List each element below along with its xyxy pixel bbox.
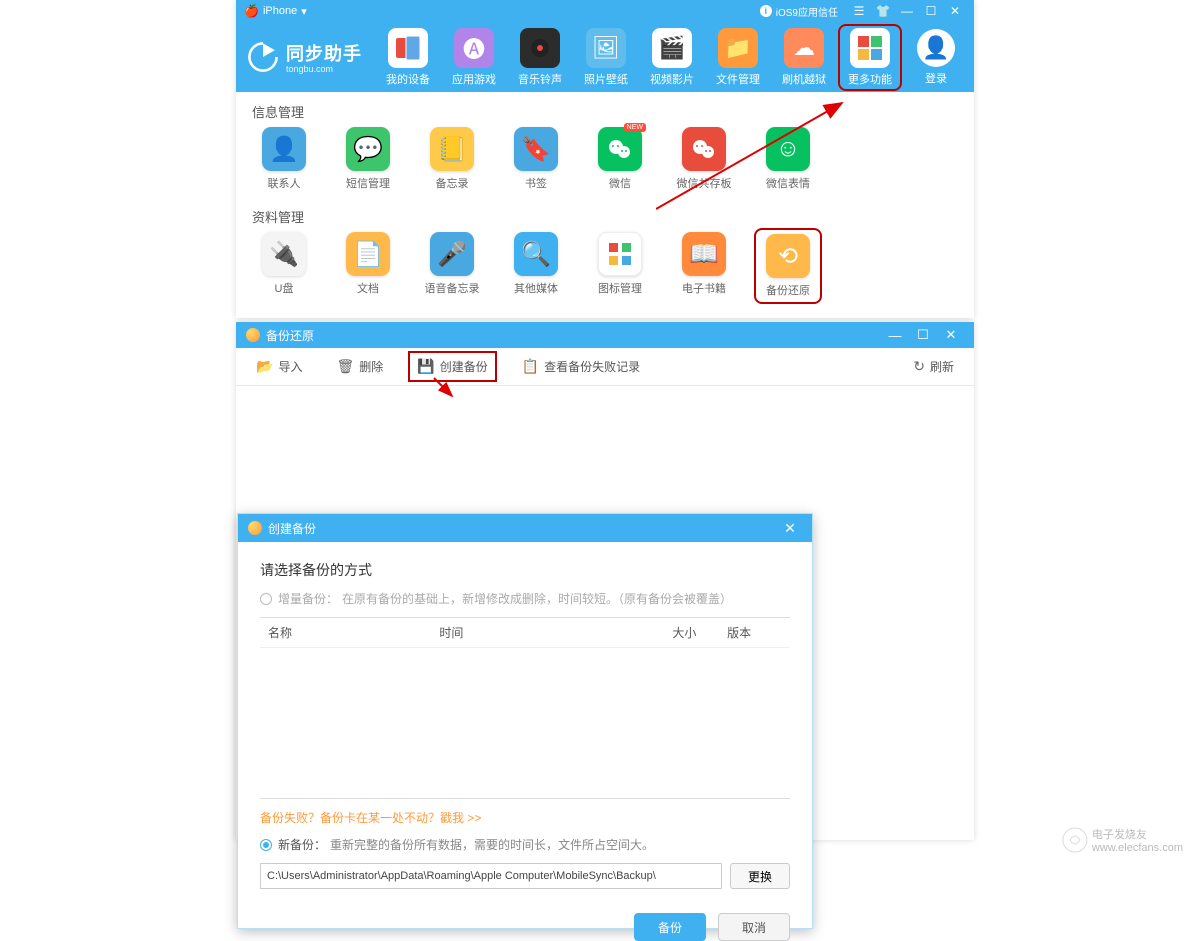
info-row: 👤联系人 💬短信管理 📒备忘录 🔖书签 NEW微信 微信共存板 ☺微信表情 [236, 127, 974, 197]
app-notes[interactable]: 📒备忘录 [422, 127, 482, 191]
option-incremental[interactable]: 增量备份： 在原有备份的基础上，新增修改成删除，时间较短。（原有备份会被覆盖） [260, 590, 790, 607]
skin-icon[interactable]: 👕 [872, 2, 894, 20]
backup-button[interactable]: 备份 [634, 913, 706, 941]
app-bookmarks[interactable]: 🔖书签 [506, 127, 566, 191]
section-data-title: 资料管理 [236, 197, 974, 232]
backup-titlebar: 备份还原 — ☐ ✕ [236, 322, 974, 348]
menu-icon[interactable]: ☰ [848, 2, 870, 20]
data-row: 🔌U盘 📄文档 🎤语音备忘录 🔍其他媒体 图标管理 📖电子书籍 ⟲备份还原 [236, 232, 974, 306]
dropdown-icon[interactable]: ▾ [301, 5, 307, 18]
main-window: 🍎 iPhone ▾ i iOS9应用信任 ☰ 👕 — ☐ ✕ 同步助手 ton… [236, 0, 974, 318]
apple-icon: 🍎 [244, 4, 259, 18]
col-size: 大小 [611, 624, 697, 641]
trust-notice[interactable]: i iOS9应用信任 [760, 4, 838, 19]
app-ebooks[interactable]: 📖电子书籍 [674, 232, 734, 300]
nav-video[interactable]: 🎬 视频影片 [644, 28, 700, 87]
toolbar-import[interactable]: 📂导入 [250, 354, 308, 379]
disk-icon: 💾 [417, 358, 434, 375]
nav-music[interactable]: 音乐铃声 [512, 28, 568, 87]
app-other-media[interactable]: 🔍其他媒体 [506, 232, 566, 300]
close-button[interactable]: ✕ [944, 2, 966, 20]
toolbar-view-fail[interactable]: 📋查看备份失败记录 [516, 354, 646, 379]
toolbar-create-backup[interactable]: 💾创建备份 [411, 354, 493, 379]
toolbar: 📂导入 🗑删除 💾创建备份 📋查看备份失败记录 ↻刷新 [236, 348, 974, 386]
watermark-icon [1062, 827, 1088, 853]
dialog-heading: 请选择备份的方式 [260, 560, 790, 580]
app-contacts[interactable]: 👤联系人 [254, 127, 314, 191]
login-button[interactable]: 👤 登录 [908, 29, 964, 86]
trash-icon: 🗑 [336, 358, 354, 375]
cancel-button[interactable]: 取消 [718, 913, 790, 941]
watermark: 电子发烧友 www.elecfans.com [1062, 826, 1183, 854]
import-icon: 📂 [256, 358, 273, 375]
section-info-title: 信息管理 [236, 92, 974, 127]
backup-table: 名称 时间 大小 版本 [260, 617, 790, 799]
device-label: iPhone [263, 5, 297, 17]
app-voice-memo[interactable]: 🎤语音备忘录 [422, 232, 482, 300]
refresh-icon: ↻ [913, 358, 925, 375]
app-documents[interactable]: 📄文档 [338, 232, 398, 300]
app-wechat-coexist[interactable]: 微信共存板 [674, 127, 734, 191]
info-icon: i [760, 5, 772, 17]
minimize-button[interactable]: — [896, 2, 918, 20]
app-wechat-sticker[interactable]: ☺微信表情 [758, 127, 818, 191]
app-icon [246, 328, 260, 342]
toolbar-delete[interactable]: 🗑删除 [330, 354, 389, 379]
radio-icon [260, 593, 272, 605]
help-link[interactable]: 备份失败？备份卡在某一处不动？戳我 >> [260, 809, 790, 826]
col-name: 名称 [268, 624, 439, 641]
backup-path-input[interactable] [260, 863, 722, 889]
nav-apps[interactable]: 🅐 应用游戏 [446, 28, 502, 87]
toolbar-refresh[interactable]: ↻刷新 [907, 354, 960, 379]
header: 同步助手 tongbu.com 我的设备 🅐 应用游戏 音乐铃声 🖼 照片壁纸 [236, 22, 974, 92]
maximize-button[interactable]: ☐ [910, 325, 936, 345]
app-sms[interactable]: 💬短信管理 [338, 127, 398, 191]
radio-icon [260, 839, 272, 851]
logo-icon [246, 40, 280, 74]
nav-photos[interactable]: 🖼 照片壁纸 [578, 28, 634, 87]
list-icon: 📋 [522, 358, 539, 375]
avatar-icon: 👤 [917, 29, 955, 67]
option-new-backup[interactable]: 新备份： 重新完整的备份所有数据，需要的时间长，文件所占空间大。 [260, 836, 790, 853]
nav-files[interactable]: 📁 文件管理 [710, 28, 766, 87]
brand-logo[interactable]: 同步助手 tongbu.com [246, 40, 362, 74]
app-icon-manage[interactable]: 图标管理 [590, 232, 650, 300]
app-wechat[interactable]: NEW微信 [590, 127, 650, 191]
create-backup-dialog: 创建备份 ✕ 请选择备份的方式 增量备份： 在原有备份的基础上，新增修改成删除，… [237, 513, 813, 929]
titlebar: 🍎 iPhone ▾ i iOS9应用信任 ☰ 👕 — ☐ ✕ [236, 0, 974, 22]
dialog-close-button[interactable]: ✕ [778, 520, 802, 537]
table-body-empty [260, 648, 790, 798]
nav-my-device[interactable]: 我的设备 [380, 28, 436, 87]
change-path-button[interactable]: 更换 [730, 863, 790, 889]
app-icon [248, 521, 262, 535]
dialog-titlebar: 创建备份 ✕ [238, 514, 812, 542]
col-version: 版本 [696, 624, 782, 641]
maximize-button[interactable]: ☐ [920, 2, 942, 20]
col-time: 时间 [439, 624, 610, 641]
nav-jailbreak[interactable]: ☁ 刷机越狱 [776, 28, 832, 87]
close-button[interactable]: ✕ [938, 325, 964, 345]
app-backup-restore[interactable]: ⟲备份还原 [758, 232, 818, 300]
nav-more[interactable]: 更多功能 [842, 28, 898, 87]
minimize-button[interactable]: — [882, 325, 908, 345]
app-udisk[interactable]: 🔌U盘 [254, 232, 314, 300]
